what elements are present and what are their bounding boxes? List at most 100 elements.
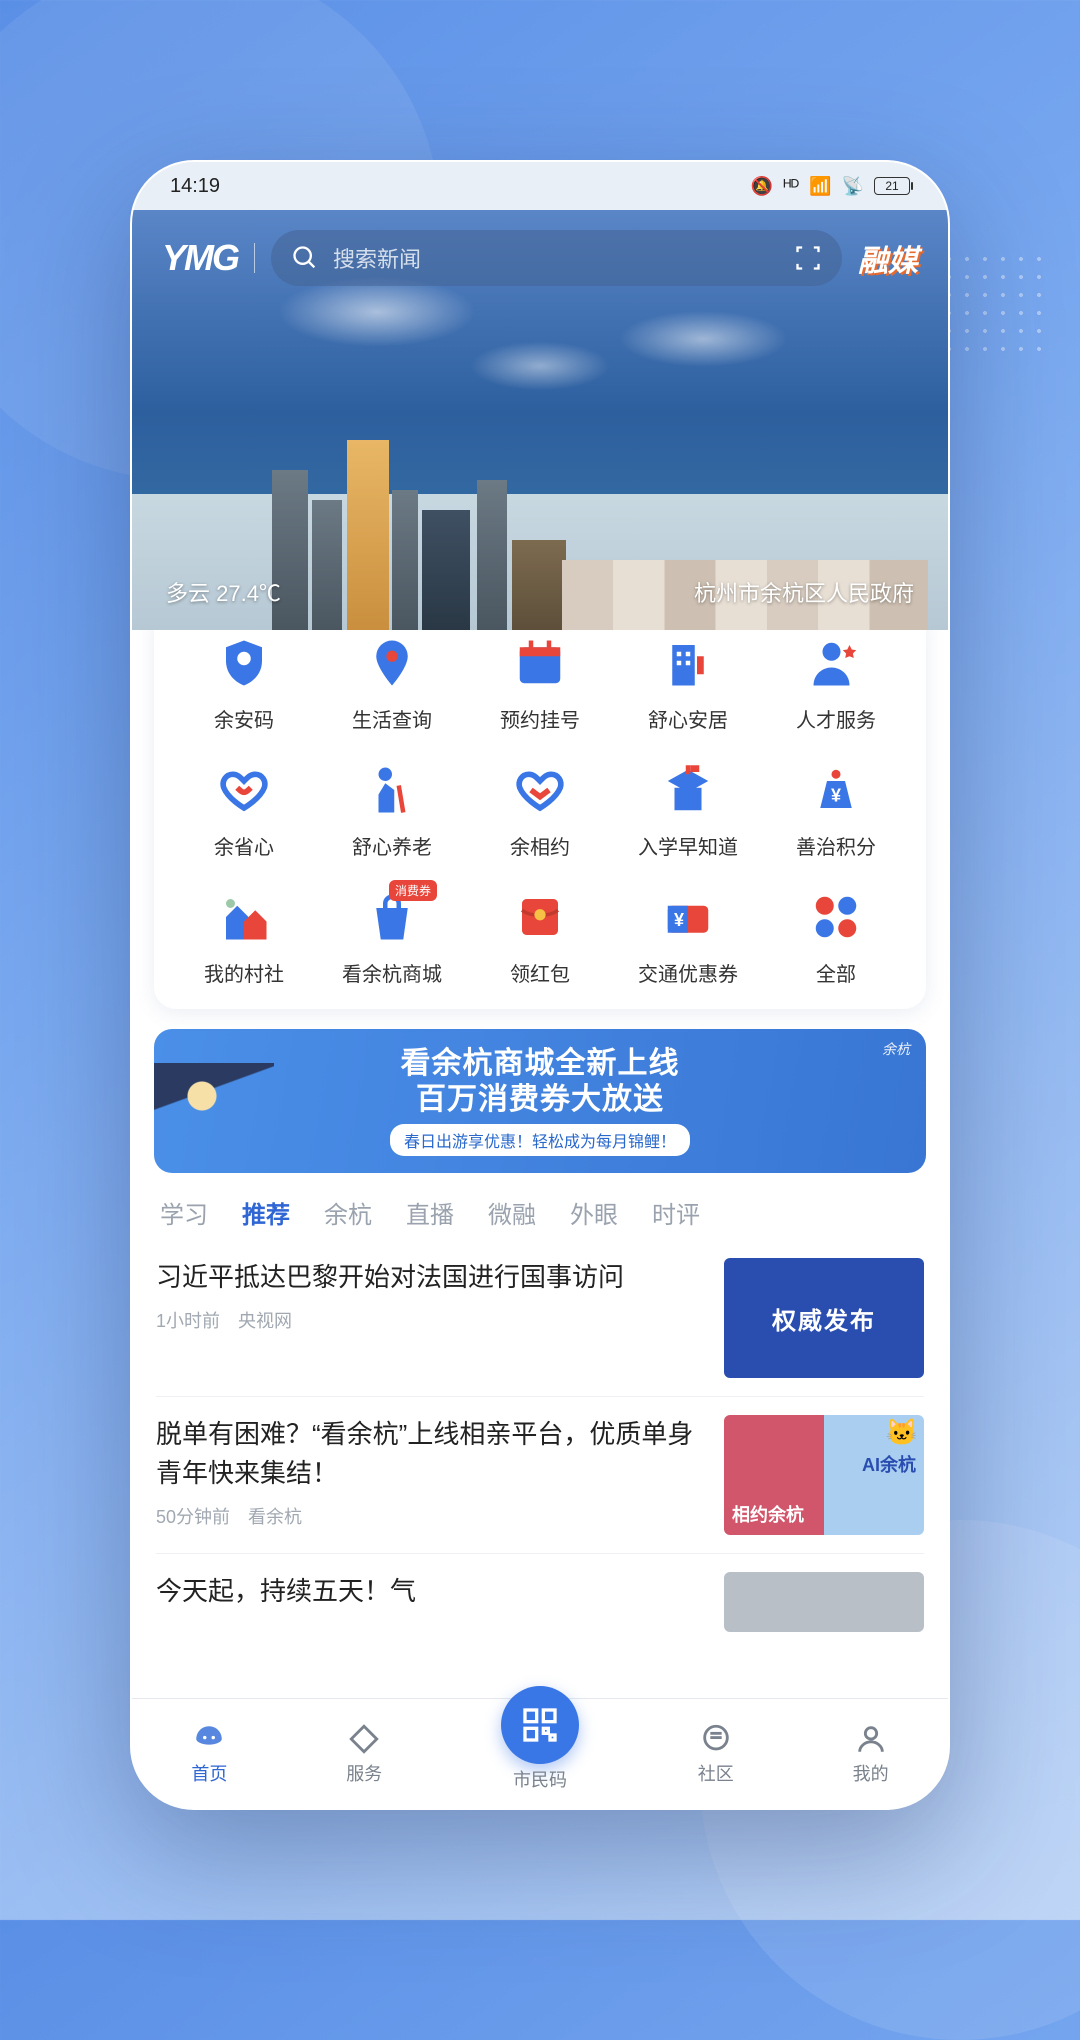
content: 余安码生活查询 预约挂号 舒心安居 人才服务余省心 舒心养老余相约 入学早知道 ¥ 善治积分我… [132, 630, 948, 1808]
service-bag[interactable]: ¥ 善治积分 [762, 761, 910, 860]
tab-5[interactable]: 外眼 [570, 1195, 618, 1230]
promo-sub: 春日出游享优惠！轻松成为每月锦鲤！ [390, 1124, 690, 1156]
nav-citizen-code[interactable]: 市民码 [501, 1716, 579, 1792]
promo-banner[interactable]: 余杭 看余杭商城全新上线 百万消费券大放送 春日出游享优惠！轻松成为每月锦鲤！ [154, 1029, 926, 1173]
svg-text:¥: ¥ [674, 910, 684, 930]
badge: 消费券 [389, 880, 437, 901]
calendar-icon [511, 634, 569, 692]
mascot-icon: 🐱 [886, 1417, 918, 1448]
bag-icon: ¥ [807, 761, 865, 819]
service-handshake[interactable]: 余相约 [466, 761, 614, 860]
service-label: 生活查询 [352, 704, 432, 733]
service-pin[interactable]: 生活查询 [318, 634, 466, 733]
wifi-icon: 📡 [842, 176, 864, 197]
hero-banner: YMG 搜索新闻 融媒 多云 27.4℃ 杭州市余杭区人民政府 [132, 210, 948, 630]
news-meta: 50分钟前看余杭 [156, 1503, 706, 1529]
promo-tag: 余杭 [882, 1039, 910, 1059]
service-label: 预约挂号 [500, 704, 580, 733]
status-icons: 🔕 ᴴᴰ 📶 📡 21 [751, 176, 910, 197]
service-label: 看余杭商城 [342, 958, 442, 987]
service-shield[interactable]: 余安码 [170, 634, 318, 733]
logo: YMG [162, 237, 238, 279]
handshake-icon [511, 761, 569, 819]
top-bar: YMG 搜索新闻 融媒 [132, 230, 948, 286]
tab-6[interactable]: 时评 [652, 1195, 700, 1230]
service-village[interactable]: 我的村社 [170, 888, 318, 987]
brand-right[interactable]: 融媒 [858, 236, 918, 280]
signal-icon: 📶 [809, 176, 831, 197]
home-icon [192, 1722, 226, 1756]
service-redpacket[interactable]: 领红包 [466, 888, 614, 987]
heart-hand-icon [215, 761, 273, 819]
tab-2[interactable]: 余杭 [324, 1195, 372, 1230]
news-item[interactable]: 习近平抵达巴黎开始对法国进行国事访问 1小时前央视网 权威发布 [156, 1240, 924, 1397]
search-icon [291, 244, 319, 272]
shop-icon: 消费券 [363, 888, 421, 946]
service-label: 全部 [816, 958, 856, 987]
building-icon [659, 634, 717, 692]
weather-line: 多云 27.4℃ 杭州市余杭区人民政府 [132, 576, 948, 608]
nav-community[interactable]: 社区 [698, 1722, 734, 1786]
nav-services[interactable]: 服务 [346, 1722, 382, 1786]
battery-icon: 21 [874, 177, 910, 195]
service-label: 舒心安居 [648, 704, 728, 733]
service-heart-hand[interactable]: 余省心 [170, 761, 318, 860]
tab-0[interactable]: 学习 [160, 1195, 208, 1230]
service-person-star[interactable]: 人才服务 [762, 634, 910, 733]
scan-icon[interactable] [794, 244, 822, 272]
mute-icon: 🔕 [751, 176, 773, 197]
redpacket-icon [511, 888, 569, 946]
tab-1[interactable]: 推荐 [242, 1195, 290, 1230]
service-elder[interactable]: 舒心养老 [318, 761, 466, 860]
service-label: 入学早知道 [638, 831, 738, 860]
status-bar: 14:19 🔕 ᴴᴰ 📶 📡 21 [132, 162, 948, 210]
service-label: 领红包 [510, 958, 570, 987]
pin-icon [363, 634, 421, 692]
ticket-icon: ¥ [659, 888, 717, 946]
phone-frame: 14:19 🔕 ᴴᴰ 📶 📡 21 YMG 搜索新闻 [130, 160, 950, 1810]
service-grid: 余安码生活查询 预约挂号 舒心安居 人才服务余省心 舒心养老余相约 入学早知道 ¥ 善治积分我… [154, 630, 926, 1009]
search-placeholder: 搜索新闻 [333, 242, 780, 274]
news-item[interactable]: 脱单有困难？“看余杭”上线相亲平台，优质单身青年快来集结！ 50分钟前看余杭 🐱… [156, 1397, 924, 1554]
nav-profile[interactable]: 我的 [853, 1722, 889, 1786]
grid-icon [807, 888, 865, 946]
service-school[interactable]: 入学早知道 [614, 761, 762, 860]
location-text: 杭州市余杭区人民政府 [694, 576, 914, 608]
tab-4[interactable]: 微融 [488, 1195, 536, 1230]
service-calendar[interactable]: 预约挂号 [466, 634, 614, 733]
service-building[interactable]: 舒心安居 [614, 634, 762, 733]
bottom-nav: 首页 服务 市民码 社区 我的 [132, 1698, 948, 1808]
search-input[interactable]: 搜索新闻 [271, 230, 842, 286]
news-title: 今天起，持续五天！气 [156, 1572, 706, 1611]
service-label: 余相约 [510, 831, 570, 860]
promo-title: 看余杭商城全新上线 百万消费券大放送 [401, 1046, 680, 1118]
service-ticket[interactable]: ¥交通优惠券 [614, 888, 762, 987]
diamond-icon [347, 1722, 381, 1756]
service-label: 人才服务 [796, 704, 876, 733]
village-icon [215, 888, 273, 946]
shield-icon [215, 634, 273, 692]
service-grid[interactable]: 全部 [762, 888, 910, 987]
news-title: 脱单有困难？“看余杭”上线相亲平台，优质单身青年快来集结！ [156, 1415, 706, 1493]
tab-3[interactable]: 直播 [406, 1195, 454, 1230]
news-item[interactable]: 今天起，持续五天！气 [156, 1554, 924, 1650]
nav-home[interactable]: 首页 [191, 1722, 227, 1786]
svg-text:¥: ¥ [831, 785, 841, 805]
news-thumbnail: 🐱 相约余杭 AI余杭 [724, 1415, 924, 1535]
service-label: 善治积分 [796, 831, 876, 860]
hd-icon: ᴴᴰ [783, 176, 799, 197]
nav-label: 我的 [853, 1760, 889, 1786]
qr-icon [520, 1705, 560, 1745]
tabs: 学习推荐余杭直播微融外眼时评 [132, 1173, 948, 1240]
nav-label: 首页 [191, 1760, 227, 1786]
news-meta: 1小时前央视网 [156, 1307, 706, 1333]
service-label: 余省心 [214, 831, 274, 860]
news-thumbnail [724, 1572, 924, 1632]
person-star-icon [807, 634, 865, 692]
service-shop[interactable]: 消费券看余杭商城 [318, 888, 466, 987]
school-icon [659, 761, 717, 819]
news-thumbnail: 权威发布 [724, 1258, 924, 1378]
promo-illustration [154, 1063, 274, 1173]
chat-icon [699, 1722, 733, 1756]
status-time: 14:19 [170, 175, 220, 198]
